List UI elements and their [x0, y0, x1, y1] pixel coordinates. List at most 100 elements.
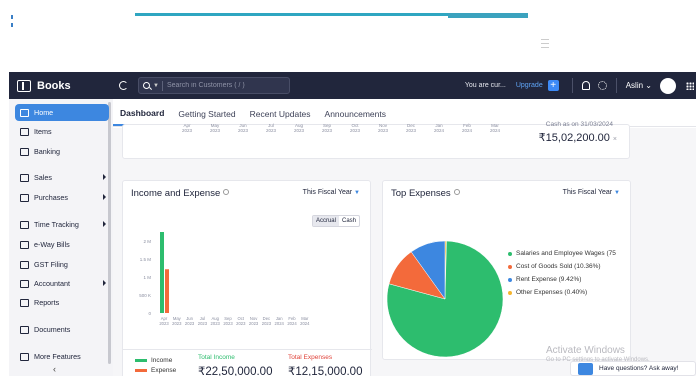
pie-legend-item: Rent Expense (9.42%): [508, 276, 581, 283]
period-dropdown[interactable]: This Fiscal Year ▼: [563, 189, 620, 196]
legend-dot: [508, 277, 512, 282]
sidebar-item-purchases[interactable]: Purchases: [15, 189, 109, 206]
chat-icon: [578, 362, 593, 375]
bar-income[interactable]: [160, 232, 164, 313]
upgrade-link[interactable]: Upgrade: [516, 82, 543, 89]
cash-flow-year-label: 2024: [433, 128, 444, 133]
x-tick-label: 2023: [262, 321, 272, 326]
x-tick-label: 2023: [172, 321, 182, 326]
x-tick-label: 2023: [249, 321, 259, 326]
app-brand[interactable]: Books: [9, 79, 109, 92]
sidebar-item-more-features[interactable]: More Features: [15, 348, 109, 365]
sidebar-item-home[interactable]: Home: [15, 104, 109, 121]
sidebar-item-banking[interactable]: Banking: [15, 143, 109, 160]
sidebar-item-documents[interactable]: Documents: [15, 321, 109, 338]
bar-chart-icon: [20, 298, 29, 307]
period-dropdown[interactable]: This Fiscal Year ▼: [303, 189, 360, 196]
legend-income: Income: [135, 357, 172, 364]
cash-flow-year-label: 2023: [321, 128, 332, 133]
sidebar-item-time-tracking[interactable]: Time Tracking: [15, 216, 109, 233]
add-new-button[interactable]: +: [547, 80, 559, 91]
bag-icon: [20, 193, 29, 202]
sidebar-item-eway-bills[interactable]: e-Way Bills: [15, 236, 109, 253]
income-expense-title: Income and Expense: [131, 188, 221, 199]
menu-icon: [541, 39, 549, 48]
chevron-right-icon: [103, 174, 106, 180]
main-content: Dashboard Getting Started Recent Updates…: [113, 99, 696, 376]
chevron-right-icon: [103, 221, 106, 227]
user-name: Aslin: [625, 81, 644, 90]
cash-flow-month-label: Jul 2023: [257, 123, 285, 133]
items-icon: [20, 127, 29, 136]
folder-icon: [20, 325, 29, 334]
star-icon: [20, 352, 29, 361]
clock-icon: [20, 220, 29, 229]
chevron-right-icon: [103, 194, 106, 200]
chevron-down-icon: ⌄: [645, 81, 652, 90]
refresh-icon[interactable]: [119, 81, 128, 90]
income-expense-card: Income and Expense This Fiscal Year ▼ Ac…: [122, 180, 372, 376]
watermark-title: Activate Windows: [546, 345, 625, 356]
x-tick-label: 2023: [211, 321, 221, 326]
gear-icon[interactable]: [597, 81, 607, 90]
sidebar-item-label: Home: [34, 108, 54, 117]
chevron-down-icon: ▼: [354, 190, 360, 196]
document-icon: [20, 260, 29, 269]
divider: [615, 78, 617, 93]
sidebar-item-label: More Features: [34, 352, 81, 361]
bank-icon: [20, 147, 29, 156]
chevron-down-icon[interactable]: ▼: [153, 83, 159, 89]
cash-flow-month-label: Nov 2023: [369, 123, 397, 133]
sidebar-item-label: Items: [34, 127, 52, 136]
edge-marker: [11, 23, 13, 27]
sidebar-collapse-button[interactable]: ‹: [53, 364, 56, 374]
sidebar-item-label: e-Way Bills: [34, 240, 70, 249]
sidebar-item-label: Time Tracking: [34, 220, 79, 229]
search-input[interactable]: [166, 82, 287, 89]
top-expenses-title: Top Expenses: [391, 188, 451, 199]
cash-flow-month-label: Mar 2024: [481, 123, 509, 133]
accrual-toggle[interactable]: Accrual: [312, 216, 339, 226]
total-income-label: Total Income: [198, 354, 235, 361]
sidebar-item-accountant[interactable]: Accountant: [15, 275, 109, 292]
help-icon[interactable]: [453, 189, 460, 195]
help-icon[interactable]: [223, 189, 230, 195]
sidebar-item-gst-filing[interactable]: GST Filing: [15, 256, 109, 273]
close-icon[interactable]: ×: [613, 136, 617, 143]
cash-flow-year-label: 2023: [181, 128, 192, 133]
sidebar-item-items[interactable]: Items: [15, 123, 109, 140]
org-status-text[interactable]: You are cur...: [465, 82, 506, 89]
cash-flow-months: Apr 2023 May 2023 Jun 2023 Jul 2023 Aug 2023 Sep 20…: [173, 123, 509, 133]
cash-flow-month-label: Feb 2024: [453, 123, 481, 133]
sidebar-item-sales[interactable]: Sales: [15, 169, 109, 186]
period-label: This Fiscal Year: [562, 189, 613, 196]
y-tick-label: 1.5 M: [140, 257, 152, 262]
sidebar-item-reports[interactable]: Reports: [15, 294, 109, 311]
legend-label: Income: [151, 357, 173, 364]
divider: [123, 349, 372, 350]
bell-icon[interactable]: [581, 81, 590, 90]
help-chat-button[interactable]: Have questions? Ask away!: [570, 361, 696, 376]
cash-flow-month-label: Aug 2023: [285, 123, 313, 133]
dashboard-body: Apr 2023 May 2023 Jun 2023 Jul 2023 Aug 2023 Sep 20…: [113, 121, 696, 376]
legend-label: Salaries and Employee Wages (75: [516, 250, 616, 257]
x-tick-label: 2024: [287, 321, 297, 326]
y-tick-label: 500 K: [139, 293, 151, 298]
cash-flow-year-label: 2023: [405, 128, 416, 133]
divider: [571, 78, 573, 93]
help-label: Have questions? Ask away!: [599, 365, 679, 372]
cash-flow-month-label: Jun 2023: [229, 123, 257, 133]
truck-icon: [20, 240, 29, 249]
cash-toggle[interactable]: Cash: [339, 216, 359, 226]
search-bar[interactable]: ▼: [138, 77, 290, 94]
pie-legend-item: Cost of Goods Sold (10.36%): [508, 263, 601, 270]
avatar[interactable]: [660, 77, 676, 94]
app-grid-icon[interactable]: [686, 81, 694, 90]
sidebar-item-label: Banking: [34, 147, 60, 156]
user-menu[interactable]: Aslin ⌄: [626, 81, 652, 90]
header-actions: You are cur... Upgrade + Aslin ⌄: [465, 72, 696, 99]
edge-marker: [11, 15, 13, 19]
legend-expense: Expense: [135, 367, 176, 374]
legend-dot: [508, 290, 512, 295]
bar-expense[interactable]: [165, 269, 169, 313]
